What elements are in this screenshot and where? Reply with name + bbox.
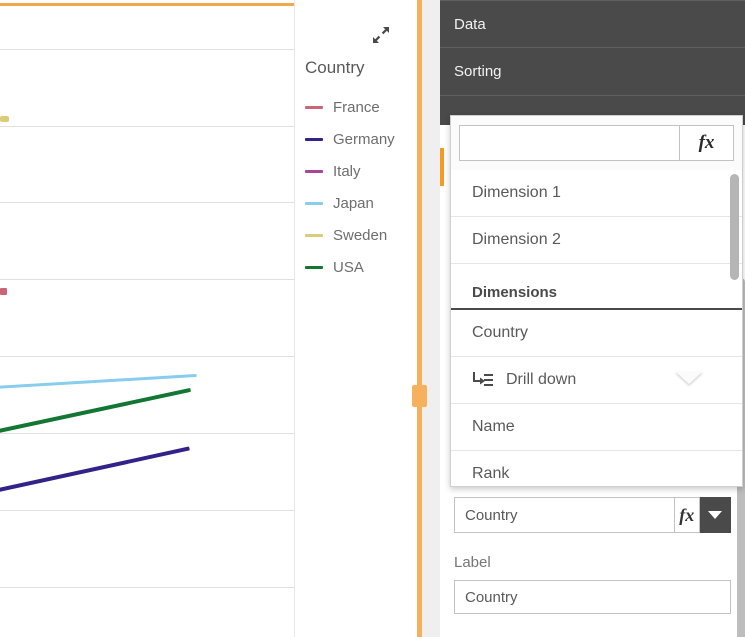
series-line-japan: [0, 373, 197, 389]
series-line-germany: [0, 446, 190, 493]
series-stub-france: [0, 288, 7, 295]
legend-item-germany[interactable]: Germany: [305, 123, 410, 155]
legend-swatch-icon: [305, 169, 323, 173]
gridline: [0, 510, 295, 511]
legend-label: France: [333, 98, 380, 116]
dropdown-list: Dimension 1 Dimension 2 Dimensions Count…: [451, 170, 742, 486]
dropdown-item-name[interactable]: Name: [451, 404, 742, 451]
legend-item-sweden[interactable]: Sweden: [305, 219, 410, 251]
dropdown-scrollbar-thumb[interactable]: [730, 174, 739, 280]
legend-label: Japan: [333, 194, 374, 212]
gridline: [0, 587, 295, 588]
dropdown-item-label: Rank: [472, 465, 510, 482]
legend-item-usa[interactable]: USA: [305, 251, 410, 283]
legend-label: Italy: [333, 162, 361, 180]
legend-item-japan[interactable]: Japan: [305, 187, 410, 219]
dimension-dropdown-popup: fx Dimension 1 Dimension 2 Dimensions Co…: [450, 115, 743, 487]
dropdown-group-label: Dimensions: [472, 284, 558, 301]
dropdown-item-label: Dimension 2: [472, 231, 561, 248]
legend-label: USA: [333, 258, 364, 276]
dropdown-item-label: Drill down: [506, 371, 577, 388]
dropdown-pointer-arrow: [675, 371, 703, 384]
series-line-usa: [0, 387, 191, 434]
panel-divider[interactable]: [417, 0, 422, 637]
panel-section-sorting[interactable]: Sorting: [440, 48, 745, 96]
dropdown-group-dimensions: Dimensions: [451, 264, 742, 310]
dropdown-search-row: fx: [459, 125, 734, 161]
gridline: [0, 202, 295, 203]
label-input[interactable]: [454, 580, 731, 614]
chevron-down-icon: [708, 511, 723, 519]
resize-grip[interactable]: [412, 385, 427, 407]
legend-swatch-icon: [305, 233, 323, 237]
chart-top-axis: [0, 3, 295, 6]
legend-title: Country: [305, 58, 365, 77]
dimension-input[interactable]: [454, 497, 674, 533]
gridline: [0, 49, 295, 50]
panel-section-headers: Data Sorting: [440, 0, 745, 144]
legend-item-italy[interactable]: Italy: [305, 155, 410, 187]
legend-label: Sweden: [333, 226, 388, 244]
series-stub-sweden: [0, 116, 9, 122]
panel-section-label: Data: [454, 15, 486, 33]
legend-swatch-icon: [305, 265, 323, 269]
gridline: [0, 126, 295, 127]
plot-right-border: [294, 0, 295, 637]
legend-swatch-icon: [305, 105, 323, 109]
dropdown-search-input[interactable]: [459, 125, 679, 161]
panel-section-data[interactable]: Data: [440, 0, 745, 48]
gridline: [0, 279, 295, 280]
legend-label: Germany: [333, 130, 395, 148]
dimension-field-row: fx: [454, 497, 731, 533]
expand-arrows-icon[interactable]: [370, 24, 392, 46]
dropdown-item-dimension-2[interactable]: Dimension 2: [451, 217, 742, 264]
drill-down-icon: [472, 371, 494, 389]
dropdown-item-label: Country: [472, 324, 529, 341]
active-item-accent: [440, 148, 444, 186]
dropdown-item-dimension-1[interactable]: Dimension 1: [451, 170, 742, 217]
legend-swatch-icon: [305, 201, 323, 205]
label-caption: Label: [454, 554, 491, 571]
gridline: [0, 433, 295, 434]
gridline: [0, 356, 295, 357]
legend-swatch-icon: [305, 137, 323, 141]
expression-fx-button[interactable]: fx: [674, 497, 700, 533]
legend-item-france[interactable]: France: [305, 91, 410, 123]
line-chart-plot[interactable]: [0, 0, 295, 637]
app-root: Country France Germany Italy Japan Swede…: [0, 0, 745, 637]
panel-section-label: Sorting: [454, 63, 502, 80]
chart-legend: Country France Germany Italy Japan Swede…: [305, 58, 410, 283]
properties-panel: Data Sorting Select dimension fx Label: [440, 0, 745, 637]
dimension-dropdown-button[interactable]: [699, 497, 731, 533]
panel-gutter: [422, 0, 440, 637]
dropdown-fx-button[interactable]: fx: [679, 125, 734, 161]
dropdown-item-label: Name: [472, 418, 515, 435]
dropdown-item-rank[interactable]: Rank: [451, 451, 742, 486]
chart-pane: Country France Germany Italy Japan Swede…: [0, 0, 410, 637]
dropdown-item-label: Dimension 1: [472, 184, 561, 201]
dropdown-item-country[interactable]: Country: [451, 310, 742, 357]
